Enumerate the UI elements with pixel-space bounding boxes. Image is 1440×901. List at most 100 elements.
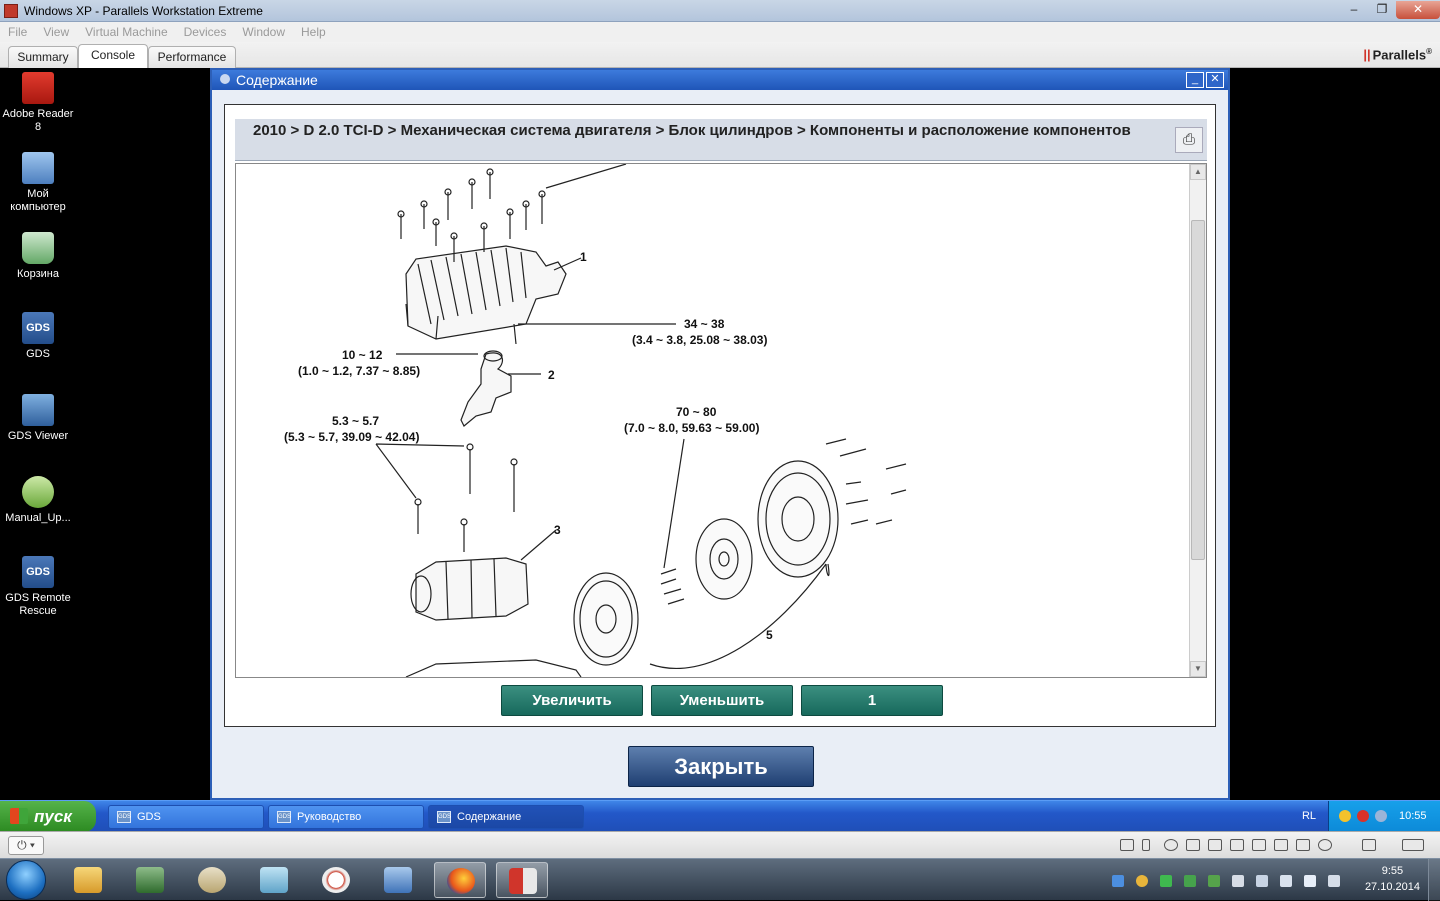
balance-shaft-drawing — [405, 557, 582, 677]
tools-icon[interactable] — [1362, 839, 1376, 851]
taskbar-paint[interactable] — [186, 862, 238, 898]
taskbar-item-gds[interactable]: GDS GDS — [108, 805, 264, 829]
desktop-icon-my-computer[interactable]: Мой компьютер — [2, 152, 74, 214]
taskbar-parallels[interactable] — [496, 862, 548, 898]
windows-start-orb[interactable] — [6, 860, 46, 900]
host-window-controls: – ❐ ✕ — [1340, 0, 1440, 20]
taskbar-network-app[interactable] — [372, 862, 424, 898]
antivirus-icon[interactable] — [1160, 875, 1172, 887]
zoom-in-button[interactable]: Увеличить — [501, 685, 643, 716]
folder-icon — [74, 867, 102, 893]
torque-spec-2-line2: (1.0 ~ 1.2, 7.37 ~ 8.85) — [298, 364, 420, 378]
security-alert-icon[interactable] — [1357, 810, 1369, 822]
minimize-button[interactable]: – — [1340, 1, 1368, 19]
menu-window[interactable]: Window — [234, 25, 293, 39]
gds-icon: GDS — [22, 312, 54, 344]
print-button[interactable]: ⎙ — [1175, 127, 1203, 153]
menu-file[interactable]: File — [0, 25, 35, 39]
show-desktop-button[interactable] — [1428, 859, 1440, 901]
language-indicator[interactable]: RL — [1302, 801, 1316, 832]
palette-icon — [198, 867, 226, 893]
desktop-icon-label: Adobe Reader 8 — [2, 108, 74, 133]
cd-drive-icon[interactable] — [1164, 839, 1178, 851]
desktop-icon-recycle-bin[interactable]: Корзина — [2, 232, 74, 281]
taskbar-clock-app[interactable] — [310, 862, 362, 898]
restore-button[interactable]: ❐ — [1368, 1, 1396, 19]
scrollbar-thumb[interactable] — [1191, 220, 1205, 560]
power-button[interactable]: ⏻ ▾ — [8, 836, 44, 855]
floppy-icon[interactable] — [1296, 839, 1310, 851]
diagram-scrollbar[interactable]: ▲ ▼ — [1189, 164, 1206, 677]
volume-icon[interactable] — [1232, 875, 1244, 887]
dialog-minimize-button[interactable]: _ — [1186, 72, 1204, 88]
dialog-close-button[interactable]: ✕ — [1206, 72, 1224, 88]
tab-performance[interactable]: Performance — [148, 46, 236, 68]
network-adapter-icon[interactable] — [1208, 839, 1222, 851]
torque-spec-1-line1: 34 ~ 38 — [684, 317, 725, 331]
printer-icon[interactable] — [1230, 839, 1244, 851]
contents-window: Содержание _ ✕ 2010 > D 2.0 TCI-D > Меха… — [210, 68, 1230, 800]
sync-icon[interactable] — [1184, 875, 1196, 887]
print-icon: ⎙ — [1182, 131, 1195, 148]
hard-disk-icon[interactable] — [1274, 839, 1288, 851]
taskbar-explorer[interactable] — [62, 862, 114, 898]
desktop-icon-label: Корзина — [17, 268, 59, 280]
parallels-logo: || Parallels® — [1363, 47, 1432, 62]
scroll-down-arrow-icon[interactable]: ▼ — [1190, 661, 1206, 677]
taskbar-item-manual[interactable]: GDS Руководство — [268, 805, 424, 829]
flag-icon[interactable] — [1328, 875, 1340, 887]
settings-gear-icon[interactable] — [1318, 839, 1332, 851]
desktop-icon-label: GDS Viewer — [7, 430, 69, 442]
desktop-icon-adobe-reader[interactable]: Adobe Reader 8 — [2, 72, 74, 134]
fullscreen-icon[interactable] — [1402, 839, 1424, 851]
desktop-icon-gds-viewer[interactable]: GDS Viewer — [2, 394, 74, 443]
diagram-viewer[interactable]: 1 2 3 5 34 ~ 38 (3.4 ~ 3.8, 25.08 ~ 38.0… — [235, 163, 1207, 678]
menu-bar: File View Virtual Machine Devices Window… — [0, 22, 1440, 42]
desktop-icon-manual-update[interactable]: Manual_Up... — [2, 476, 74, 525]
xp-taskbar: пуск GDS GDS GDS Руководство GDS Содержа… — [0, 800, 1440, 832]
firefox-icon — [447, 868, 475, 894]
display-icon[interactable] — [1256, 875, 1268, 887]
close-window-button[interactable]: ✕ — [1396, 1, 1440, 19]
bluetooth-icon[interactable] — [1112, 875, 1124, 887]
desktop-icon-gds-remote-rescue[interactable]: GDS GDS Remote Rescue — [2, 556, 74, 618]
keyboard-icon[interactable] — [1120, 839, 1134, 851]
torque-spec-3-line2: (5.3 ~ 5.7, 39.09 ~ 42.04) — [284, 430, 419, 444]
host-date: 27.10.2014 — [1364, 881, 1420, 893]
shield-icon[interactable] — [1339, 810, 1351, 822]
sound-icon[interactable] — [1252, 839, 1266, 851]
taskbar-item-label: Содержание — [457, 811, 522, 823]
close-dialog-button[interactable]: Закрыть — [628, 746, 814, 787]
zoom-out-button[interactable]: Уменьшить — [651, 685, 793, 716]
page-number-button[interactable]: 1 — [801, 685, 943, 716]
torque-spec-3-line1: 5.3 ~ 5.7 — [332, 414, 379, 428]
engine-components-diagram: 1 2 3 5 34 ~ 38 (3.4 ~ 3.8, 25.08 ~ 38.0… — [284, 164, 907, 677]
update-icon[interactable] — [1136, 875, 1148, 887]
callout-3: 3 — [554, 523, 561, 537]
taskbar-monitor[interactable] — [124, 862, 176, 898]
menu-view[interactable]: View — [35, 25, 77, 39]
taskbar-item-contents[interactable]: GDS Содержание — [428, 805, 584, 829]
tab-summary[interactable]: Summary — [8, 46, 78, 68]
power-plan-icon[interactable] — [1208, 875, 1220, 887]
tab-console[interactable]: Console — [78, 44, 148, 69]
menu-virtual-machine[interactable]: Virtual Machine — [77, 25, 176, 39]
host-clock[interactable]: 9:55 27.10.2014 — [1365, 863, 1420, 895]
host-taskbar: 9:55 27.10.2014 — [0, 858, 1440, 901]
start-button[interactable]: пуск — [0, 801, 96, 832]
battery-icon[interactable] — [1280, 875, 1292, 887]
desktop-icon-gds[interactable]: GDS GDS — [2, 312, 74, 361]
gds-task-icon: GDS — [117, 811, 131, 823]
taskbar-firefox[interactable] — [434, 862, 486, 898]
menu-devices[interactable]: Devices — [176, 25, 235, 39]
taskbar-notes[interactable] — [248, 862, 300, 898]
menu-help[interactable]: Help — [293, 25, 334, 39]
contents-window-titlebar[interactable]: Содержание _ ✕ — [212, 70, 1228, 90]
usb-icon[interactable] — [1186, 839, 1200, 851]
signal-icon[interactable] — [1304, 875, 1316, 887]
mouse-icon[interactable] — [1142, 839, 1150, 851]
scroll-up-arrow-icon[interactable]: ▲ — [1190, 164, 1206, 180]
torque-spec-2-line1: 10 ~ 12 — [342, 348, 383, 362]
callout-2: 2 — [548, 368, 555, 382]
network-icon[interactable] — [1375, 810, 1387, 822]
